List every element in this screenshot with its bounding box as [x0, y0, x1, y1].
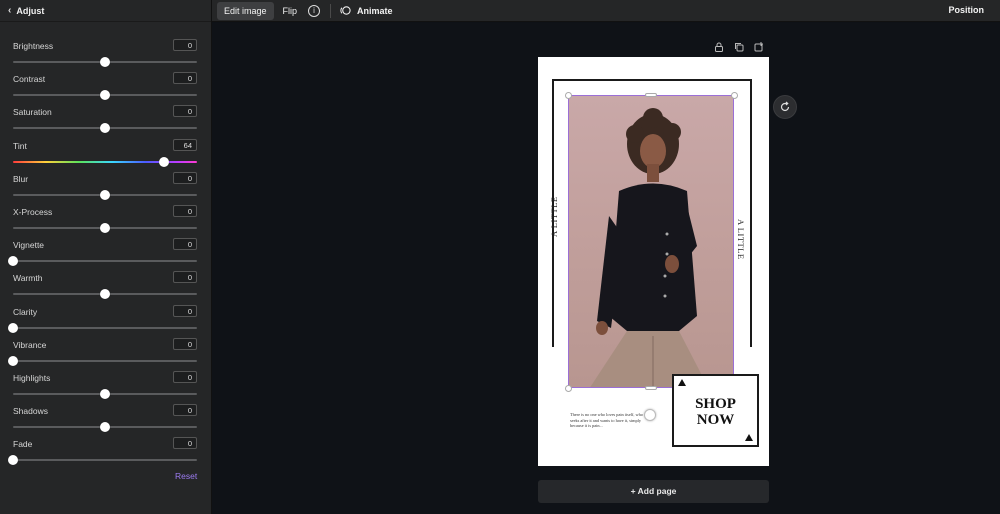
slider-vignette[interactable]: Vignette 0	[8, 238, 197, 271]
slider-x-process[interactable]: X-Process 0	[13, 205, 197, 238]
refresh-icon[interactable]	[773, 95, 797, 119]
slider-thumb[interactable]	[158, 156, 169, 167]
slider-tint[interactable]: Tint 64	[13, 138, 197, 172]
panel-title: Adjust	[16, 5, 45, 16]
resize-handle[interactable]	[731, 92, 738, 99]
info-icon[interactable]: i	[308, 4, 321, 17]
slider-value-input[interactable]: 0	[173, 39, 197, 51]
slider-track[interactable]	[13, 359, 197, 362]
slider-thumb[interactable]	[100, 123, 110, 134]
panel-header[interactable]: ‹ Adjust	[0, 0, 211, 22]
slider-thumb[interactable]	[100, 223, 110, 233]
slider-thumb[interactable]	[100, 422, 110, 433]
animate-icon	[340, 6, 351, 15]
flip-button[interactable]: Flip	[283, 6, 298, 16]
slider-label: X-Process	[13, 207, 53, 217]
slider-label: Highlights	[13, 373, 51, 383]
slider-value-input[interactable]: 0	[173, 271, 197, 284]
model-photo-illustration	[590, 108, 708, 387]
reset-button[interactable]: Reset	[175, 471, 197, 481]
slider-thumb[interactable]	[100, 90, 110, 101]
duplicate-icon[interactable]	[733, 40, 745, 52]
slider-thumb[interactable]	[8, 355, 18, 366]
slider-shadows[interactable]: Shadows 0	[13, 404, 197, 437]
slider-thumb[interactable]	[100, 389, 110, 399]
slider-track[interactable]	[13, 160, 197, 163]
slider-value-input[interactable]: 0	[173, 72, 197, 85]
slider-value-input[interactable]: 0	[173, 404, 197, 417]
page-tools	[713, 40, 765, 52]
slider-value-input[interactable]: 0	[173, 304, 197, 317]
slider-thumb[interactable]	[8, 322, 18, 333]
vertical-text-right[interactable]: A LITTLE	[736, 219, 746, 260]
shop-now-text: SHOP NOW	[674, 396, 757, 428]
slider-value-input[interactable]: 0	[173, 437, 197, 450]
chevron-left-icon[interactable]: ‹	[8, 5, 11, 16]
slider-value-input[interactable]: 0	[173, 171, 197, 184]
slider-thumb[interactable]	[8, 455, 18, 466]
body-text[interactable]: There is no one who loves pain itself, w…	[570, 412, 650, 429]
shop-now-box[interactable]: SHOP NOW	[672, 374, 759, 447]
animate-label: Animate	[357, 5, 393, 16]
adjust-panel: ‹ Adjust Brightness 0 Contrast 0 Saturation 0…	[0, 0, 212, 514]
slider-vibrance[interactable]: Vibrance 0	[8, 337, 197, 371]
add-page-icon[interactable]	[753, 40, 765, 52]
resize-handle[interactable]	[565, 385, 572, 392]
slider-thumb[interactable]	[8, 256, 18, 267]
slider-track[interactable]	[13, 326, 197, 329]
shop-line-2: NOW	[696, 412, 735, 428]
slider-track[interactable]	[13, 260, 197, 263]
toolbar-divider	[330, 3, 332, 18]
slider-value-input[interactable]: 0	[173, 105, 197, 118]
slider-fade[interactable]: Fade 0	[8, 437, 197, 470]
slider-label: Warmth	[13, 273, 43, 284]
slider-label: Brightness	[13, 41, 54, 51]
design-page[interactable]: A LITTLE A LITTLE There is no one who lo…	[538, 57, 769, 466]
shop-line-1: SHOP	[695, 396, 736, 412]
slider-saturation[interactable]: Saturation 0	[13, 105, 197, 138]
lock-icon[interactable]	[713, 40, 725, 52]
vertical-text-left[interactable]: A LITTLE	[549, 196, 559, 237]
slider-label: Saturation	[13, 107, 52, 118]
triangle-decoration	[678, 379, 686, 386]
slider-clarity[interactable]: Clarity 0	[8, 304, 197, 338]
slider-highlights[interactable]: Highlights 0	[13, 371, 197, 404]
slider-contrast[interactable]: Contrast 0	[13, 72, 197, 105]
slider-value-input[interactable]: 64	[173, 138, 197, 151]
slider-thumb[interactable]	[100, 57, 110, 67]
add-page-button[interactable]: + Add page	[538, 480, 769, 503]
selected-photo[interactable]	[568, 95, 734, 388]
slider-label: Vibrance	[13, 339, 47, 350]
slider-label: Vignette	[13, 240, 45, 251]
slider-value-input[interactable]: 0	[173, 337, 197, 350]
resize-handle[interactable]	[565, 92, 572, 99]
slider-label: Contrast	[13, 74, 46, 85]
animate-button[interactable]: Animate	[340, 5, 393, 16]
slider-label: Blur	[13, 173, 29, 184]
slider-thumb[interactable]	[100, 289, 110, 300]
slider-label: Clarity	[13, 306, 38, 317]
slider-value-input[interactable]: 0	[173, 205, 197, 217]
slider-blur[interactable]: Blur 0	[13, 171, 197, 205]
slider-brightness[interactable]: Brightness 0	[13, 39, 197, 72]
position-button[interactable]: Position	[949, 5, 985, 15]
triangle-decoration	[745, 434, 753, 441]
slider-label: Fade	[13, 439, 33, 450]
resize-handle[interactable]	[645, 93, 657, 97]
edit-image-button[interactable]: Edit image	[217, 1, 274, 20]
slider-warmth[interactable]: Warmth 0	[13, 271, 197, 304]
top-toolbar: Edit image Flip i Animate Position	[212, 0, 1000, 22]
rotate-handle[interactable]	[644, 409, 656, 421]
slider-value-input[interactable]: 0	[173, 371, 197, 383]
resize-handle[interactable]	[645, 386, 657, 390]
slider-label: Shadows	[13, 406, 48, 417]
slider-label: Tint	[13, 140, 27, 151]
slider-track[interactable]	[13, 459, 197, 462]
slider-thumb[interactable]	[100, 189, 110, 200]
slider-value-input[interactable]: 0	[173, 238, 197, 251]
